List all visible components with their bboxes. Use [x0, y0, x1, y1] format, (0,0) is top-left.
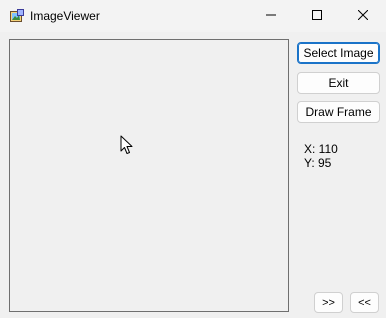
close-icon — [358, 10, 368, 20]
maximize-button[interactable] — [294, 0, 340, 30]
x-coordinate-label: X: 110 — [304, 142, 338, 156]
exit-button[interactable]: Exit — [297, 72, 380, 94]
select-image-button[interactable]: Select Image — [297, 42, 380, 64]
draw-frame-button[interactable]: Draw Frame — [297, 101, 380, 123]
maximize-icon — [312, 10, 322, 20]
previous-button[interactable]: << — [350, 292, 379, 313]
mouse-pointer-icon — [120, 135, 133, 154]
minimize-icon — [266, 14, 276, 16]
close-button[interactable] — [340, 0, 386, 30]
image-canvas[interactable] — [9, 39, 289, 312]
y-coordinate-label: Y: 95 — [304, 156, 332, 170]
app-image-icon — [9, 8, 25, 24]
title-bar: ImageViewer — [0, 0, 386, 32]
coordinates-readout: X: 110 Y: 95 — [304, 142, 338, 170]
next-button[interactable]: >> — [314, 292, 343, 313]
minimize-button[interactable] — [248, 0, 294, 30]
window-title: ImageViewer — [30, 9, 100, 23]
